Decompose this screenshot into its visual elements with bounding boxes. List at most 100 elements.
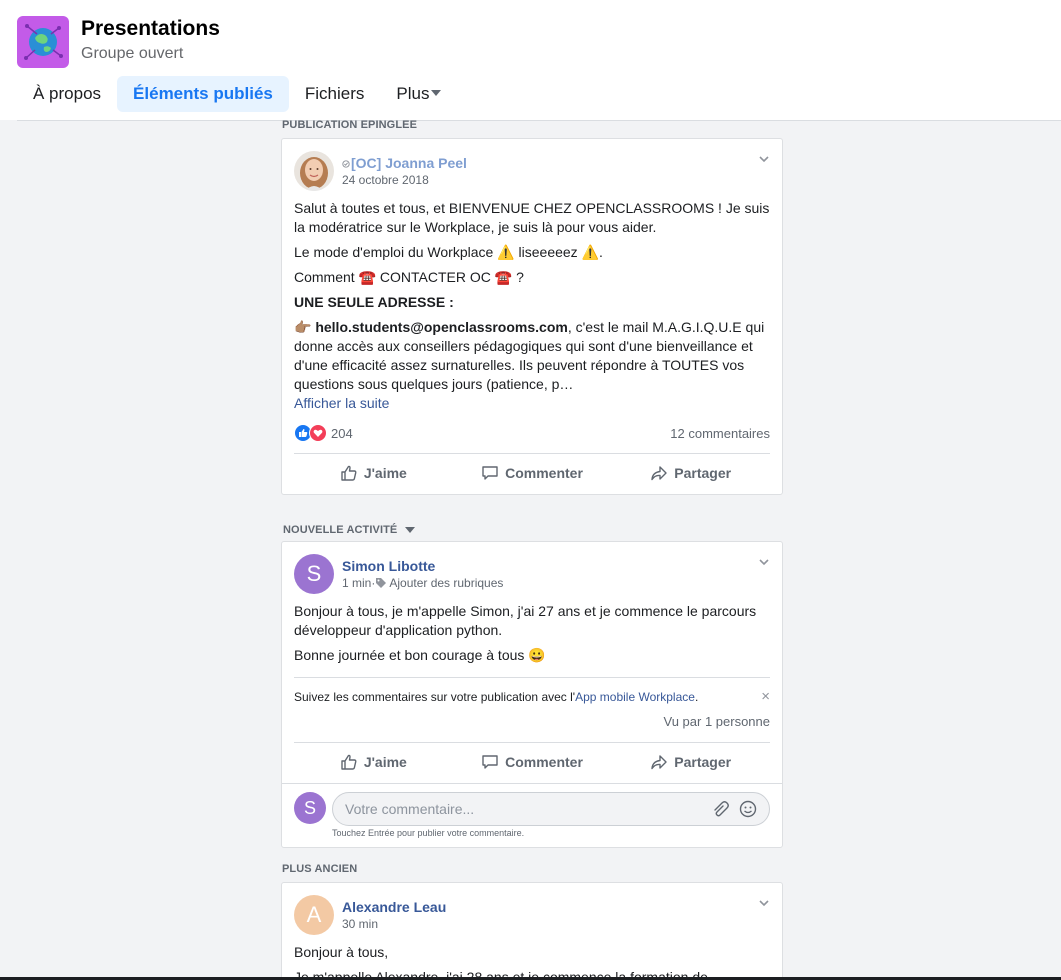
comment-button[interactable]: Commenter bbox=[453, 454, 612, 492]
pointing-hand-emoji-icon: 👉🏽 bbox=[294, 319, 312, 335]
tab-more-label: Plus bbox=[396, 84, 430, 103]
warning-emoji-icon: ⚠️ bbox=[581, 244, 600, 260]
caret-down-icon bbox=[431, 90, 442, 97]
comments-count[interactable]: 12 commentaires bbox=[670, 426, 770, 441]
author-name-text: [OC] Joanna Peel bbox=[351, 155, 467, 171]
add-topics-link[interactable]: Ajouter des rubriques bbox=[389, 576, 503, 590]
comment-hint: Touchez Entrée pour publier votre commen… bbox=[332, 828, 525, 838]
comment-input[interactable] bbox=[345, 801, 685, 817]
reaction-count[interactable]: 204 bbox=[331, 426, 353, 441]
share-button[interactable]: Partager bbox=[611, 743, 770, 781]
pinned-section-label: PUBLICATION EPINGLEE bbox=[282, 119, 418, 131]
comment-label: Commenter bbox=[505, 465, 583, 481]
post-options-chevron-icon[interactable] bbox=[758, 897, 770, 909]
comment-button[interactable]: Commenter bbox=[453, 743, 612, 781]
dropdown-arrow-icon bbox=[405, 527, 416, 534]
seen-by[interactable]: Vu par 1 personne bbox=[664, 714, 770, 729]
contact-email[interactable]: hello.students@openclassrooms.com bbox=[315, 319, 568, 335]
text-span: CONTACTER OC bbox=[376, 269, 495, 285]
new-activity-label: NOUVELLE ACTIVITÉ bbox=[283, 524, 398, 536]
group-logo[interactable] bbox=[17, 16, 69, 68]
comment-icon bbox=[482, 466, 498, 480]
post-paragraph: Le mode d'emploi du Workplace ⚠️ liseeee… bbox=[294, 244, 603, 260]
share-button[interactable]: Partager bbox=[611, 454, 770, 492]
share-label: Partager bbox=[674, 465, 732, 481]
post-options-chevron-icon[interactable] bbox=[758, 153, 770, 165]
tab-more[interactable]: Plus bbox=[380, 76, 457, 112]
grinning-emoji-icon: 😀 bbox=[528, 647, 546, 663]
share-arrow-icon bbox=[651, 466, 667, 481]
text-span: Le mode d'emploi du Workplace bbox=[294, 244, 498, 260]
comment-input-box[interactable] bbox=[332, 792, 770, 826]
post-meta: 1 min · Ajouter des rubriques bbox=[342, 576, 503, 590]
mobile-app-link[interactable]: App mobile Workplace bbox=[575, 690, 695, 704]
close-tip-icon[interactable]: × bbox=[761, 688, 770, 705]
post-date[interactable]: 24 octobre 2018 bbox=[342, 173, 429, 187]
share-label: Partager bbox=[674, 754, 732, 770]
post-author-name[interactable]: [OC] Joanna Peel bbox=[342, 155, 467, 171]
tab-posts[interactable]: Éléments publiés bbox=[117, 76, 289, 112]
post-paragraph: UNE SEULE ADRESSE : bbox=[294, 294, 454, 310]
post-paragraph: Comment ☎️ CONTACTER OC ☎️ ? bbox=[294, 268, 770, 287]
divider bbox=[294, 677, 770, 678]
post-actions: J'aime Commenter Partager bbox=[294, 743, 770, 781]
post-paragraph: 👉🏽 hello.students@openclassrooms.com, c'… bbox=[294, 318, 770, 394]
reactions-row: 204 12 commentaires bbox=[294, 423, 770, 443]
header-divider bbox=[17, 120, 1061, 121]
commenter-avatar[interactable]: S bbox=[294, 792, 326, 824]
comment-icon bbox=[482, 755, 498, 769]
post-paragraph: Bonjour à tous, je m'appelle Simon, j'ai… bbox=[294, 603, 757, 638]
post-options-chevron-icon[interactable] bbox=[758, 556, 770, 568]
post-paragraph: Salut à toutes et tous, et BIENVENUE CHE… bbox=[294, 200, 770, 235]
text-span: ? bbox=[512, 269, 524, 285]
warning-emoji-icon: ⚠️ bbox=[497, 244, 515, 260]
post-time[interactable]: 30 min bbox=[342, 917, 378, 931]
author-avatar[interactable]: A bbox=[294, 895, 334, 935]
author-avatar[interactable]: S bbox=[294, 554, 334, 594]
post-paragraph: Bonjour à tous, bbox=[294, 944, 389, 960]
see-more-link[interactable]: Afficher la suite bbox=[294, 394, 770, 413]
post-body: Bonjour à tous, Je m'appelle Alexandre, … bbox=[294, 943, 770, 980]
post-author-name[interactable]: Alexandre Leau bbox=[342, 899, 446, 915]
pinned-post-card: [OC] Joanna Peel 24 octobre 2018 Salut à… bbox=[281, 138, 783, 495]
group-tabs: À propos Éléments publiés Fichiers Plus bbox=[17, 76, 457, 112]
tip-text: . bbox=[694, 690, 699, 704]
thumbs-up-icon bbox=[341, 754, 357, 770]
post-time[interactable]: 1 min bbox=[342, 576, 371, 590]
group-title[interactable]: Presentations bbox=[81, 17, 220, 41]
telephone-emoji-icon: ☎️ bbox=[358, 269, 377, 285]
tip-text: Suivez les commentaires sur votre public… bbox=[294, 690, 576, 704]
love-reaction-icon[interactable] bbox=[309, 424, 327, 442]
like-button[interactable]: J'aime bbox=[294, 743, 453, 781]
mobile-app-tip: Suivez les commentaires sur votre public… bbox=[294, 688, 770, 705]
author-avatar[interactable] bbox=[294, 151, 334, 191]
older-section-label: PLUS ANCIEN bbox=[282, 863, 358, 875]
group-privacy: Groupe ouvert bbox=[81, 45, 184, 62]
like-button[interactable]: J'aime bbox=[294, 454, 453, 492]
divider bbox=[282, 783, 782, 784]
post-author-name[interactable]: Simon Libotte bbox=[342, 558, 435, 574]
share-arrow-icon bbox=[651, 755, 667, 770]
group-header: Presentations Groupe ouvert À propos Élé… bbox=[0, 0, 1061, 120]
like-label: J'aime bbox=[363, 465, 407, 481]
post-date-text: 24 octobre 2018 bbox=[342, 173, 429, 187]
attach-paperclip-icon[interactable] bbox=[711, 801, 729, 819]
post-paragraph: Bonne journée et bon courage à tous 😀 bbox=[294, 646, 770, 665]
text-span: Bonne journée et bon courage à tous bbox=[294, 647, 529, 663]
admin-badge-icon bbox=[342, 160, 350, 168]
tab-about[interactable]: À propos bbox=[17, 76, 117, 112]
text-span: Comment bbox=[294, 269, 359, 285]
new-activity-sort[interactable]: NOUVELLE ACTIVITÉ bbox=[283, 524, 416, 536]
post-body: Salut à toutes et tous, et BIENVENUE CHE… bbox=[294, 199, 770, 413]
tab-files[interactable]: Fichiers bbox=[289, 76, 381, 112]
like-label: J'aime bbox=[363, 754, 407, 770]
text-span: liseeeeez bbox=[514, 244, 582, 260]
post-actions: J'aime Commenter Partager bbox=[294, 454, 770, 492]
thumbs-up-icon bbox=[341, 465, 357, 481]
older-post-card: A Alexandre Leau 30 min Bonjour à tous, … bbox=[281, 882, 783, 980]
comment-label: Commenter bbox=[505, 754, 583, 770]
emoji-smiley-icon[interactable] bbox=[739, 800, 757, 818]
new-post-card: S Simon Libotte 1 min · Ajouter des rubr… bbox=[281, 541, 783, 848]
post-body: Bonjour à tous, je m'appelle Simon, j'ai… bbox=[294, 602, 770, 665]
tag-icon bbox=[376, 578, 387, 588]
